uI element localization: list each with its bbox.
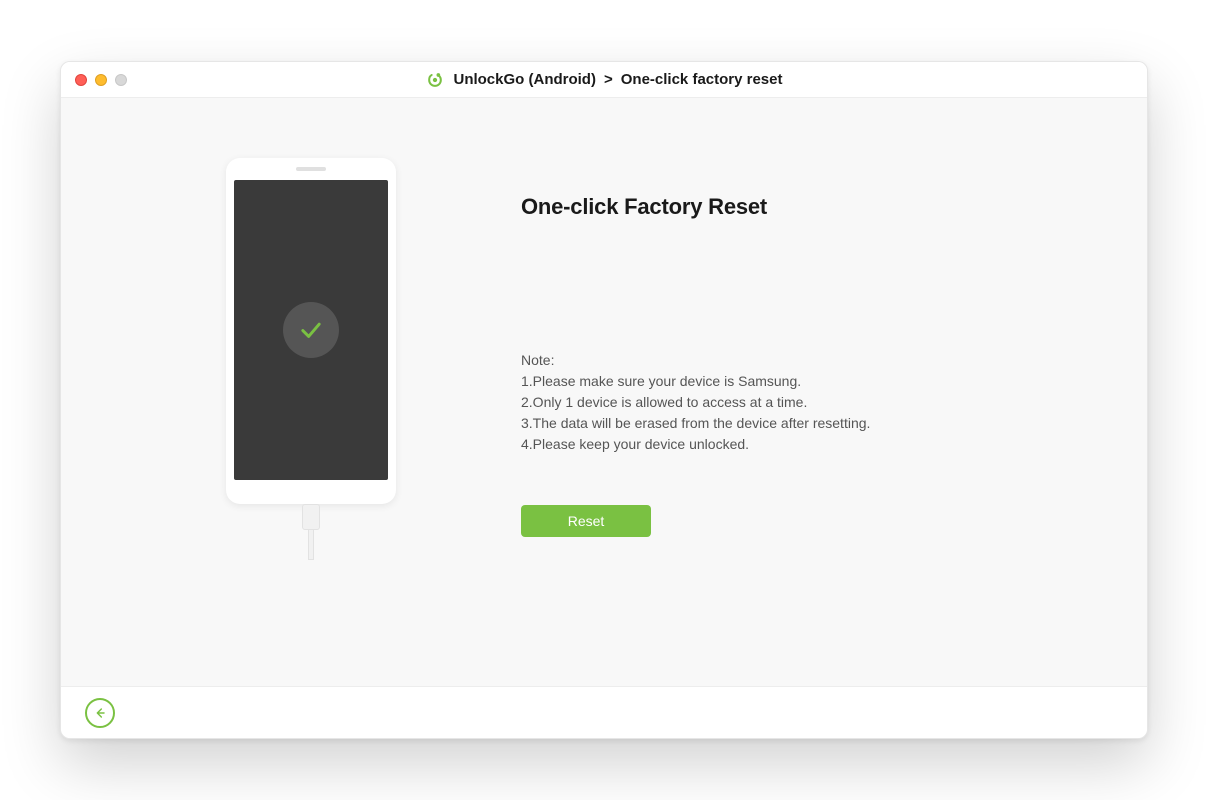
- reset-button[interactable]: Reset: [521, 505, 651, 537]
- app-logo-icon: [425, 70, 445, 90]
- back-button[interactable]: [85, 698, 115, 728]
- maximize-window-button[interactable]: [115, 74, 127, 86]
- check-icon: [297, 316, 325, 344]
- window-controls: [75, 74, 127, 86]
- phone-speaker: [296, 167, 326, 171]
- phone-screen: [234, 180, 388, 480]
- close-window-button[interactable]: [75, 74, 87, 86]
- phone-illustration: [226, 158, 396, 504]
- footer-bar: [61, 686, 1147, 738]
- note-line-4: 4.Please keep your device unlocked.: [521, 434, 1107, 455]
- checkmark-badge: [283, 302, 339, 358]
- title-app-name: UnlockGo (Android): [453, 71, 596, 88]
- device-illustration-column: [181, 158, 441, 646]
- app-window: UnlockGo (Android) > One-click factory r…: [60, 61, 1148, 739]
- window-title: UnlockGo (Android) > One-click factory r…: [425, 70, 782, 90]
- note-block: Note: 1.Please make sure your device is …: [521, 350, 1107, 455]
- note-line-3: 3.The data will be erased from the devic…: [521, 413, 1107, 434]
- minimize-window-button[interactable]: [95, 74, 107, 86]
- phone-cable: [300, 504, 322, 560]
- note-label: Note:: [521, 350, 1107, 371]
- main-content: One-click Factory Reset Note: 1.Please m…: [61, 98, 1147, 686]
- note-line-1: 1.Please make sure your device is Samsun…: [521, 371, 1107, 392]
- info-column: One-click Factory Reset Note: 1.Please m…: [441, 158, 1107, 646]
- cable-wire: [308, 530, 314, 560]
- titlebar: UnlockGo (Android) > One-click factory r…: [61, 62, 1147, 98]
- note-line-2: 2.Only 1 device is allowed to access at …: [521, 392, 1107, 413]
- arrow-left-icon: [92, 705, 108, 721]
- page-heading: One-click Factory Reset: [521, 194, 1107, 220]
- title-separator: >: [604, 71, 613, 88]
- title-section: One-click factory reset: [621, 71, 783, 88]
- cable-plug: [302, 504, 320, 530]
